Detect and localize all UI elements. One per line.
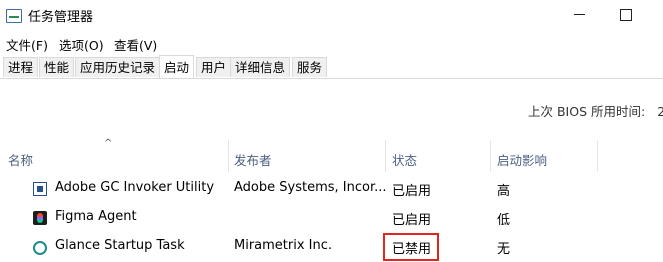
window-title: 任务管理器: [28, 10, 94, 25]
row-publisher: Adobe Systems, Incor...: [234, 180, 387, 195]
row-status: 已启用: [392, 213, 432, 228]
tab-services[interactable]: 服务: [292, 57, 328, 77]
column-header-impact[interactable]: 启动影响: [497, 150, 547, 169]
row-name: Glance Startup Task: [55, 238, 185, 253]
tab-divider: [0, 78, 663, 79]
column-divider[interactable]: [228, 140, 229, 172]
tab-processes[interactable]: 进程: [3, 57, 39, 77]
row-impact: 无: [497, 242, 511, 257]
row-name: Adobe GC Invoker Utility: [55, 180, 215, 195]
table-row[interactable]: Adobe GC Invoker Utility Adobe Systems, …: [0, 175, 663, 204]
title-bar: 任务管理器: [0, 0, 663, 32]
tab-app-history[interactable]: 应用历史记录: [75, 57, 161, 77]
tab-users[interactable]: 用户: [196, 57, 232, 77]
tab-performance[interactable]: 性能: [39, 57, 75, 77]
row-name: Figma Agent: [55, 209, 137, 224]
column-divider[interactable]: [597, 140, 598, 172]
row-impact: 低: [497, 213, 511, 228]
figma-icon: [33, 211, 47, 225]
menu-bar: 文件(F) 选项(O) 查看(V): [0, 32, 663, 54]
minimize-icon[interactable]: [573, 7, 587, 21]
column-divider[interactable]: [385, 140, 386, 172]
status-highlight-box: [383, 233, 439, 261]
column-divider[interactable]: [490, 140, 491, 172]
tab-startup[interactable]: 启动: [159, 55, 195, 79]
row-status: 已启用: [392, 184, 432, 199]
row-publisher: Mirametrix Inc.: [234, 238, 333, 253]
table-row[interactable]: Glance Startup Task Mirametrix Inc. 已禁用 …: [0, 233, 663, 262]
column-header-status[interactable]: 状态: [392, 150, 417, 169]
menu-view[interactable]: 查看(V): [114, 35, 157, 54]
tab-details[interactable]: 详细信息: [230, 57, 291, 77]
sort-ascending-icon: ^: [104, 138, 113, 149]
maximize-icon[interactable]: [620, 9, 632, 21]
adobe-icon: [33, 182, 47, 196]
menu-options[interactable]: 选项(O): [59, 35, 104, 54]
bios-time: 上次 BIOS 所用时间: 2: [528, 101, 663, 120]
menu-file[interactable]: 文件(F): [6, 35, 48, 54]
glance-icon: [33, 241, 47, 255]
tab-bar: 进程 性能 应用历史记录 启动 用户 详细信息 服务: [0, 55, 663, 79]
row-impact: 高: [497, 184, 511, 199]
column-header-name[interactable]: 名称: [8, 150, 33, 169]
task-manager-icon: [6, 9, 22, 23]
bios-value: 2: [657, 104, 663, 119]
table-row[interactable]: Figma Agent 已启用 低: [0, 204, 663, 233]
column-header-publisher[interactable]: 发布者: [234, 150, 272, 169]
bios-label: 上次 BIOS 所用时间:: [528, 104, 646, 119]
